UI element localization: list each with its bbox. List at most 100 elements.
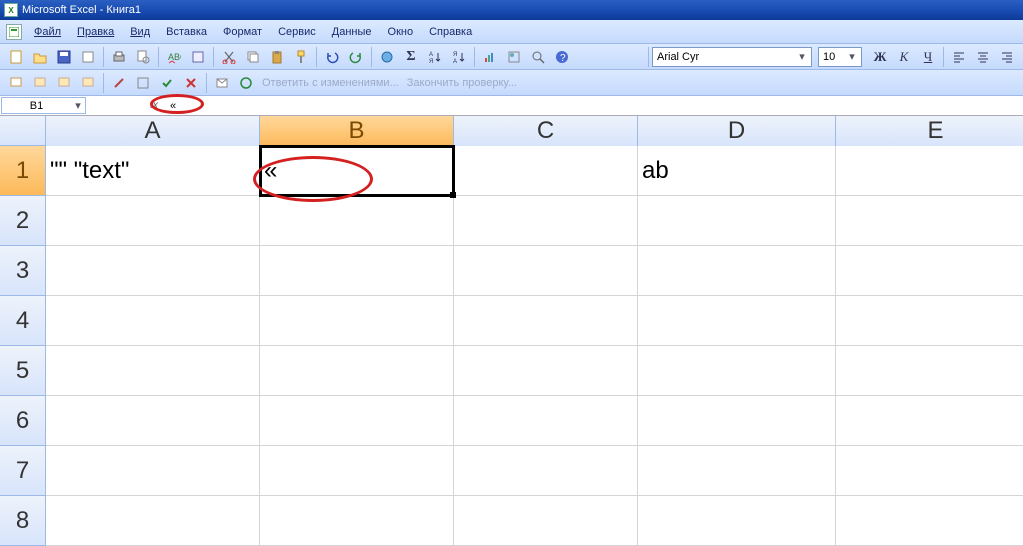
cell-C7[interactable]	[454, 446, 638, 496]
font-name-selector[interactable]: Arial Cyr ▾	[652, 47, 812, 67]
cell-D6[interactable]	[638, 396, 836, 446]
menu-data[interactable]: Данные	[324, 24, 380, 40]
column-header-E[interactable]: E	[836, 116, 1023, 146]
sort-desc-icon[interactable]: ЯA	[448, 46, 470, 68]
menu-view[interactable]: Вид	[122, 24, 158, 40]
cell-B6[interactable]	[260, 396, 454, 446]
fx-button[interactable]: fx	[142, 96, 166, 115]
sum-icon[interactable]: Σ	[400, 46, 422, 68]
font-size-selector[interactable]: 10 ▾	[818, 47, 862, 67]
show-comment-icon[interactable]	[29, 72, 51, 94]
align-right-icon[interactable]	[996, 46, 1018, 68]
track-icon[interactable]	[132, 72, 154, 94]
accept-icon[interactable]	[156, 72, 178, 94]
cell-E7[interactable]	[836, 446, 1023, 496]
cell-E4[interactable]	[836, 296, 1023, 346]
cell-A4[interactable]	[46, 296, 260, 346]
cell-B1[interactable]: «	[260, 146, 454, 196]
row-header-6[interactable]: 6	[0, 396, 46, 446]
cell-C1[interactable]	[454, 146, 638, 196]
cell-D5[interactable]	[638, 346, 836, 396]
formula-input[interactable]: «	[166, 96, 1023, 115]
cell-B4[interactable]	[260, 296, 454, 346]
cell-B3[interactable]	[260, 246, 454, 296]
cell-C6[interactable]	[454, 396, 638, 446]
cell-D7[interactable]	[638, 446, 836, 496]
drawing-icon[interactable]	[503, 46, 525, 68]
menu-window[interactable]: Окно	[380, 24, 422, 40]
menu-service[interactable]: Сервис	[270, 24, 324, 40]
hyperlink-icon[interactable]	[376, 46, 398, 68]
chart-icon[interactable]	[479, 46, 501, 68]
paste-icon[interactable]	[266, 46, 288, 68]
row-header-2[interactable]: 2	[0, 196, 46, 246]
cell-A8[interactable]	[46, 496, 260, 546]
menu-format[interactable]: Формат	[215, 24, 270, 40]
update-icon[interactable]	[235, 72, 257, 94]
cell-D8[interactable]	[638, 496, 836, 546]
menu-insert[interactable]: Вставка	[158, 24, 215, 40]
preview-icon[interactable]	[132, 46, 154, 68]
column-header-D[interactable]: D	[638, 116, 836, 146]
permission-icon[interactable]	[77, 46, 99, 68]
name-box[interactable]: B1 ▾	[1, 97, 86, 114]
send-icon[interactable]	[211, 72, 233, 94]
cell-D2[interactable]	[638, 196, 836, 246]
redo-icon[interactable]	[345, 46, 367, 68]
cell-B7[interactable]	[260, 446, 454, 496]
cell-A6[interactable]	[46, 396, 260, 446]
bold-button[interactable]: Ж	[869, 46, 891, 68]
open-icon[interactable]	[29, 46, 51, 68]
row-header-7[interactable]: 7	[0, 446, 46, 496]
reject-icon[interactable]	[180, 72, 202, 94]
underline-button[interactable]: Ч	[917, 46, 939, 68]
select-all-corner[interactable]	[0, 116, 46, 146]
italic-button[interactable]: К	[893, 46, 915, 68]
align-left-icon[interactable]	[948, 46, 970, 68]
undo-icon[interactable]	[321, 46, 343, 68]
cell-E1[interactable]	[836, 146, 1023, 196]
cell-C3[interactable]	[454, 246, 638, 296]
spell-icon[interactable]: ABC	[163, 46, 185, 68]
align-center-icon[interactable]	[972, 46, 994, 68]
row-header-1[interactable]: 1	[0, 146, 46, 196]
research-icon[interactable]	[187, 46, 209, 68]
cell-E8[interactable]	[836, 496, 1023, 546]
cell-E5[interactable]	[836, 346, 1023, 396]
copy-icon[interactable]	[242, 46, 264, 68]
cut-icon[interactable]	[218, 46, 240, 68]
column-header-A[interactable]: A	[46, 116, 260, 146]
cell-A2[interactable]	[46, 196, 260, 246]
ink-icon[interactable]	[108, 72, 130, 94]
cell-A3[interactable]	[46, 246, 260, 296]
cell-A5[interactable]	[46, 346, 260, 396]
save-icon[interactable]	[53, 46, 75, 68]
cell-D3[interactable]	[638, 246, 836, 296]
menu-file[interactable]: Файл	[26, 24, 69, 40]
cell-C5[interactable]	[454, 346, 638, 396]
zoom-icon[interactable]	[527, 46, 549, 68]
fill-handle[interactable]	[450, 192, 456, 198]
row-header-5[interactable]: 5	[0, 346, 46, 396]
sort-asc-icon[interactable]: AЯ	[424, 46, 446, 68]
cell-E2[interactable]	[836, 196, 1023, 246]
menu-help[interactable]: Справка	[421, 24, 480, 40]
print-icon[interactable]	[108, 46, 130, 68]
cell-D1[interactable]: ab	[638, 146, 836, 196]
cell-E3[interactable]	[836, 246, 1023, 296]
cell-E6[interactable]	[836, 396, 1023, 446]
row-header-8[interactable]: 8	[0, 496, 46, 546]
new-icon[interactable]	[5, 46, 27, 68]
prev-comment-icon[interactable]	[53, 72, 75, 94]
menu-edit[interactable]: Правка	[69, 24, 122, 40]
new-comment-icon[interactable]	[5, 72, 27, 94]
next-comment-icon[interactable]	[77, 72, 99, 94]
cell-C4[interactable]	[454, 296, 638, 346]
cell-B2[interactable]	[260, 196, 454, 246]
cell-C2[interactable]	[454, 196, 638, 246]
cell-C8[interactable]	[454, 496, 638, 546]
help-icon[interactable]: ?	[551, 46, 573, 68]
cell-B5[interactable]	[260, 346, 454, 396]
column-header-B[interactable]: B	[260, 116, 454, 146]
column-header-C[interactable]: C	[454, 116, 638, 146]
